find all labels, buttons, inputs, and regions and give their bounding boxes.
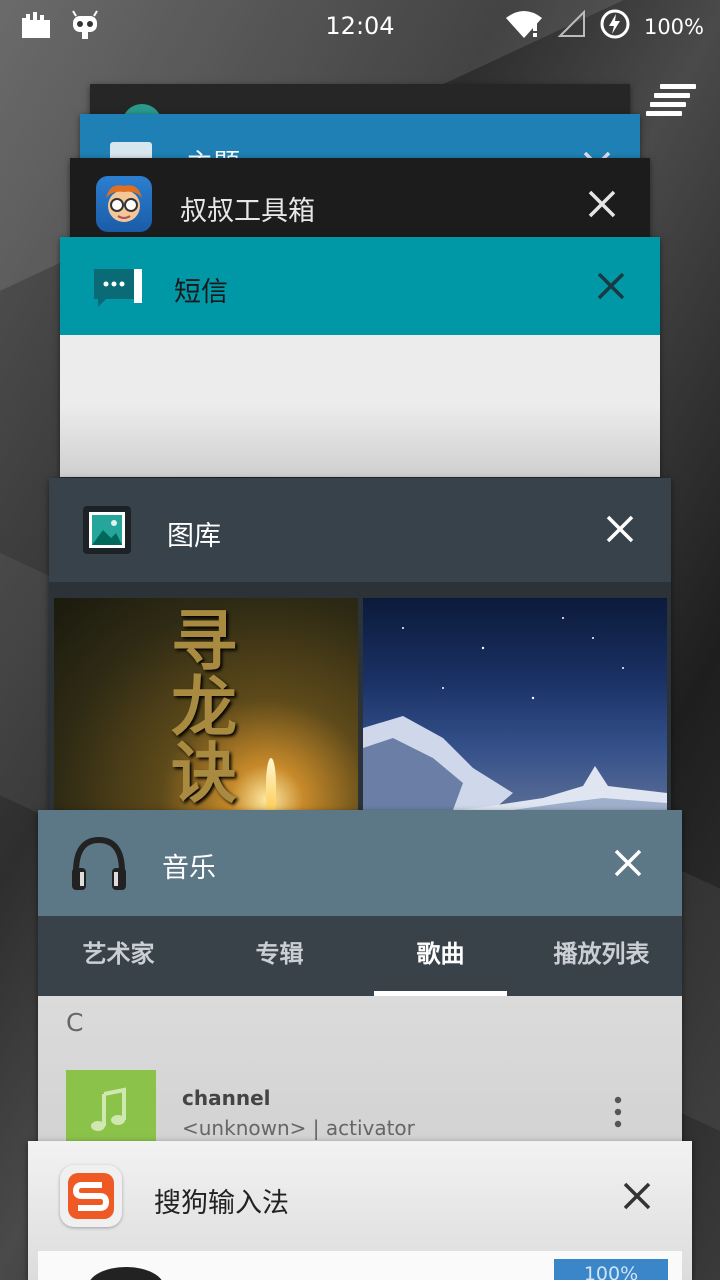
music-tab-bar: 艺术家 专辑 歌曲 播放列表 bbox=[38, 916, 682, 996]
music-card-header: 音乐 bbox=[38, 810, 682, 916]
sms-card-header: 短信 bbox=[60, 237, 660, 335]
card-title: 叔叔工具箱 bbox=[180, 196, 315, 227]
close-icon[interactable] bbox=[579, 181, 625, 227]
music-note-icon bbox=[66, 1070, 156, 1150]
song-subtitle: <unknown> | activator bbox=[182, 1116, 415, 1140]
recent-app-card-toolbox[interactable]: 叔叔工具箱 bbox=[70, 158, 650, 238]
recent-app-card-sogou[interactable]: 搜狗输入法 100% bbox=[28, 1141, 692, 1280]
card-title: 搜狗输入法 bbox=[154, 1188, 289, 1219]
gallery-app-icon bbox=[83, 506, 131, 554]
clear-all-icon[interactable] bbox=[646, 80, 698, 120]
message-bubble-icon bbox=[90, 263, 144, 317]
section-header-letter: C bbox=[66, 1008, 84, 1037]
close-icon[interactable] bbox=[605, 840, 651, 886]
battery-percent: 100% bbox=[643, 14, 704, 39]
cell-signal-icon bbox=[557, 9, 586, 43]
close-icon[interactable] bbox=[588, 263, 634, 309]
album-thumbnail-mountain[interactable] bbox=[363, 598, 667, 810]
song-list-item[interactable]: channel <unknown> | activator bbox=[38, 1068, 682, 1150]
recent-app-card-music[interactable]: 音乐 艺术家 专辑 歌曲 播放列表 C channel <unknown> | … bbox=[38, 810, 682, 1150]
wifi-icon bbox=[504, 10, 544, 43]
recent-app-card-gallery[interactable]: 图库 寻龙诀 bbox=[49, 478, 671, 810]
song-title: channel bbox=[182, 1086, 271, 1110]
candle-flame bbox=[266, 758, 276, 810]
recent-app-card-sms[interactable]: 短信 bbox=[60, 237, 660, 477]
status-bar: 12:04 100% bbox=[0, 0, 720, 50]
tab-artists[interactable]: 艺术家 bbox=[38, 916, 199, 996]
headphones-icon bbox=[68, 832, 130, 898]
close-icon[interactable] bbox=[614, 1173, 660, 1219]
album-cover-text: 寻龙诀 bbox=[160, 606, 238, 804]
tab-songs[interactable]: 歌曲 bbox=[360, 916, 521, 996]
gallery-card-header: 图库 bbox=[49, 478, 671, 582]
toolbox-app-icon bbox=[96, 176, 152, 232]
sogou-app-icon bbox=[60, 1165, 122, 1227]
tab-playlists[interactable]: 播放列表 bbox=[521, 916, 682, 996]
sogou-preview-strip: 100% bbox=[38, 1251, 682, 1280]
card-title: 图库 bbox=[167, 521, 221, 552]
close-icon[interactable] bbox=[597, 506, 643, 552]
tab-albums[interactable]: 专辑 bbox=[199, 916, 360, 996]
album-thumbnail-movie[interactable]: 寻龙诀 bbox=[54, 598, 358, 810]
card-title: 音乐 bbox=[162, 853, 216, 884]
partial-badge: 100% bbox=[554, 1259, 668, 1280]
card-title: 短信 bbox=[174, 277, 228, 308]
player-disc bbox=[88, 1267, 164, 1280]
battery-charging-icon bbox=[600, 9, 630, 44]
overflow-menu-icon[interactable] bbox=[608, 1094, 628, 1130]
